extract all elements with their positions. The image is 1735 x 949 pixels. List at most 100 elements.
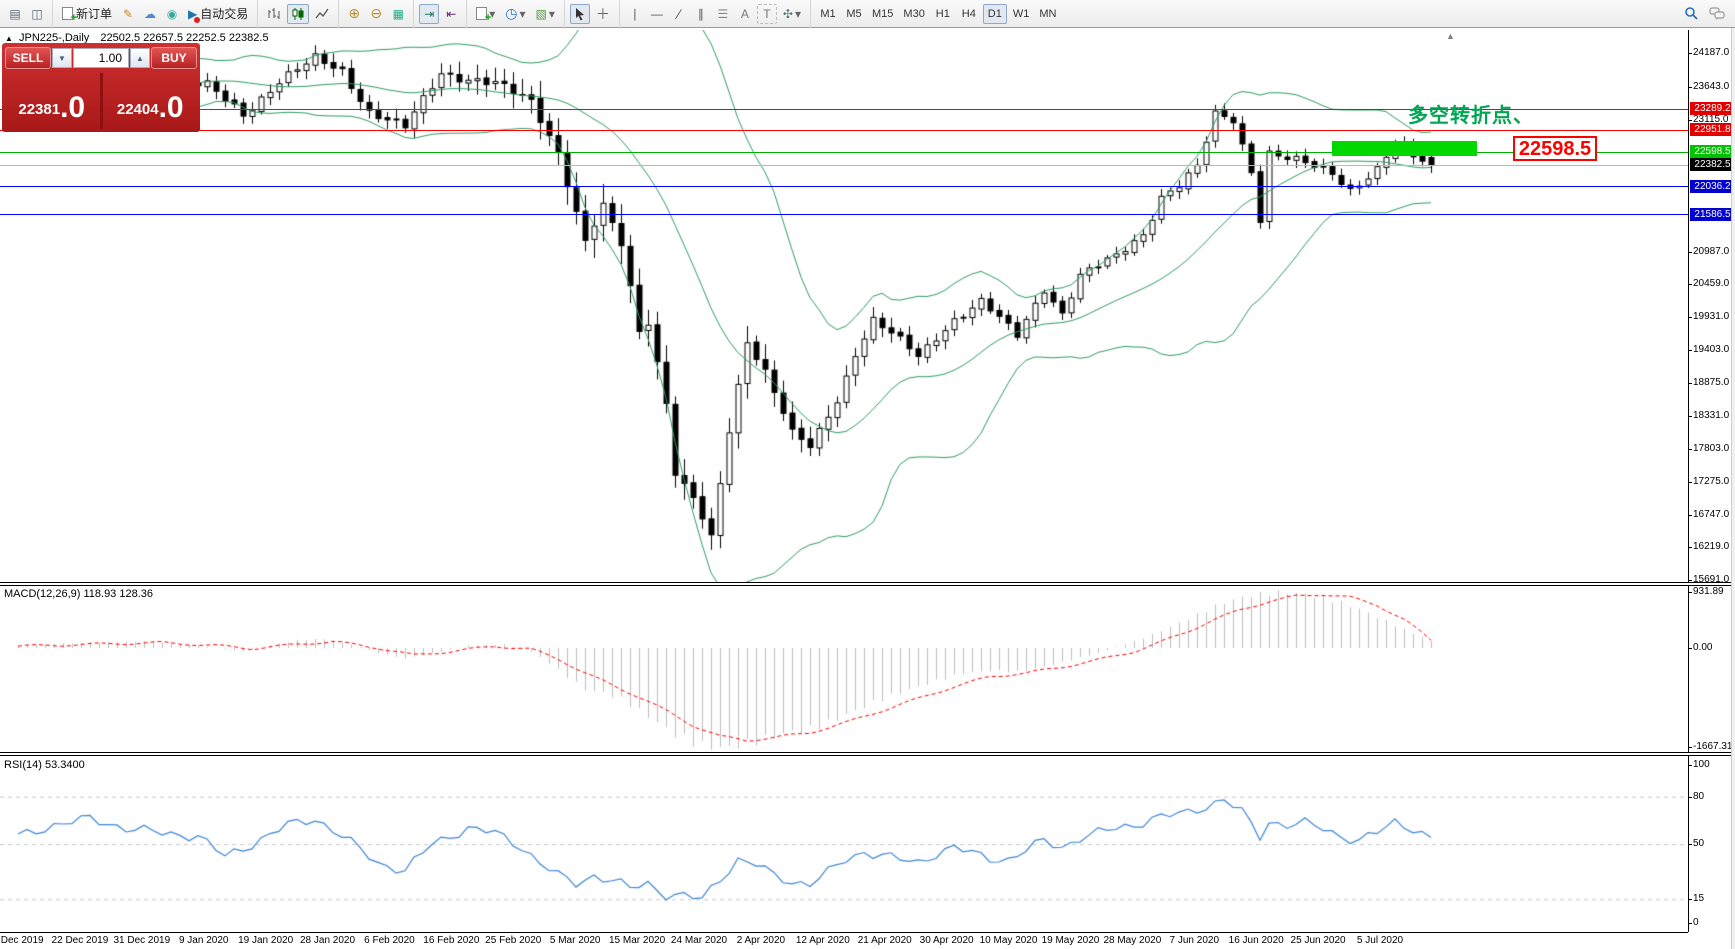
- sell-price[interactable]: 22381.0: [5, 73, 99, 129]
- buy-button[interactable]: BUY: [151, 47, 197, 69]
- price-axis-tick-label: 17803.0: [1693, 443, 1733, 454]
- rsi-axis-label: 50: [1693, 838, 1704, 849]
- auto-trading-icon: ▶: [188, 7, 197, 21]
- price-axis-tick: [1688, 547, 1692, 548]
- vertical-line-tool-icon[interactable]: ∣: [625, 4, 645, 24]
- macd-axis-label: -1667.31: [1693, 741, 1732, 752]
- date-axis-label: 16 Feb 2020: [423, 935, 479, 946]
- price-axis-tick-label: 17275.0: [1693, 476, 1733, 487]
- support-line[interactable]: [0, 214, 1688, 215]
- trendline-tool-icon[interactable]: ∕: [669, 4, 689, 24]
- date-axis-label: 15 Mar 2020: [609, 935, 665, 946]
- timeframe-button-mn[interactable]: MN: [1035, 4, 1060, 24]
- buy-price[interactable]: 22404.0: [104, 73, 198, 129]
- timeframe-button-m1[interactable]: M1: [816, 4, 840, 24]
- highlight-rectangle[interactable]: [1332, 141, 1477, 156]
- bar-chart-icon[interactable]: [263, 4, 285, 24]
- volume-increase-button[interactable]: ▲: [130, 48, 150, 68]
- timeframe-button-m30[interactable]: M30: [899, 4, 928, 24]
- timeframe-button-h4[interactable]: H4: [957, 4, 981, 24]
- candlestick-chart-icon[interactable]: [287, 4, 309, 24]
- date-axis-label: 21 Apr 2020: [858, 935, 912, 946]
- support-line-price-badge: 22036.2: [1690, 180, 1735, 193]
- rsi-indicator-canvas[interactable]: [0, 757, 1688, 932]
- main-macd-splitter[interactable]: [0, 582, 1735, 586]
- chart-shift-icon[interactable]: ⇤: [441, 4, 461, 24]
- macd-label: MACD(12,26,9) 118.93 128.36: [4, 588, 153, 600]
- chart-styler-icon[interactable]: ✎: [118, 4, 138, 24]
- timeframe-button-m15[interactable]: M15: [868, 4, 897, 24]
- indicators-button[interactable]: +▾: [472, 4, 499, 24]
- price-axis-tick: [1688, 515, 1692, 516]
- templates-button[interactable]: ▧▾: [532, 4, 559, 24]
- rsi-axis-tick: [1688, 899, 1692, 900]
- zoom-in-icon[interactable]: ⊕: [344, 4, 364, 24]
- main-toolbar: ▤ ◫ + 新订单 ✎ ☁ ◉ ▶ 自动交易: [0, 0, 1735, 28]
- cursor-tool-icon[interactable]: [570, 4, 590, 24]
- date-axis-label: 9 Jan 2020: [179, 935, 229, 946]
- resistance-line[interactable]: [0, 130, 1688, 131]
- community-icon[interactable]: ☁: [140, 4, 160, 24]
- timeframe-button-h1[interactable]: H1: [931, 4, 955, 24]
- auto-scroll-icon[interactable]: ⇥: [419, 4, 439, 24]
- bid-line[interactable]: [0, 165, 1688, 166]
- periods-button[interactable]: ◷▾: [501, 4, 529, 24]
- price-callout-box[interactable]: 22598.5: [1513, 136, 1597, 161]
- horizontal-line-tool-icon[interactable]: —: [647, 4, 667, 24]
- chat-icon[interactable]: [1705, 4, 1730, 24]
- price-axis-tick-label: 16219.0: [1693, 541, 1733, 552]
- fibonacci-tool-icon[interactable]: ☰: [713, 4, 733, 24]
- support-line[interactable]: [0, 186, 1688, 187]
- header-marker-icon: ▲: [5, 34, 13, 43]
- new-order-button[interactable]: + 新订单: [58, 4, 116, 24]
- rsi-axis-tick: [1688, 797, 1692, 798]
- crosshair-tool-icon[interactable]: ＋: [592, 4, 614, 24]
- date-axis-label: 31 Dec 2019: [113, 935, 170, 946]
- macd-axis-tick: [1688, 648, 1692, 649]
- sell-button[interactable]: SELL: [5, 47, 51, 69]
- rsi-axis-tick: [1688, 923, 1692, 924]
- date-axis-label: 30 Apr 2020: [920, 935, 974, 946]
- price-axis-tick-label: 20987.0: [1693, 246, 1733, 257]
- timeframe-button-m5[interactable]: M5: [842, 4, 866, 24]
- price-axis-tick-label: 24187.0: [1693, 47, 1733, 58]
- chart-window: ▲ JPN225-,Daily 22502.5 22657.5 22252.5 …: [0, 28, 1735, 949]
- signals-icon[interactable]: ◉: [162, 4, 182, 24]
- price-axis-tick-label: 16747.0: [1693, 509, 1733, 520]
- volume-input[interactable]: 1.00: [73, 48, 129, 68]
- window-edge-strip: [1731, 28, 1735, 949]
- text-tool-icon[interactable]: A: [735, 4, 755, 24]
- rsi-axis-tick: [1688, 844, 1692, 845]
- timeframe-button-d1[interactable]: D1: [983, 4, 1007, 24]
- price-axis-tick: [1688, 120, 1692, 121]
- macd-axis-label: 0.00: [1693, 642, 1712, 653]
- macd-rsi-splitter[interactable]: [0, 752, 1735, 756]
- support-line-price-badge: 21586.5: [1690, 208, 1735, 221]
- new-chart-icon[interactable]: ▤: [5, 4, 25, 24]
- pivot-line-price-badge: 22598.5: [1690, 145, 1735, 158]
- volume-decrease-button[interactable]: ▼: [52, 48, 72, 68]
- periods-clock-icon: ◷: [505, 5, 517, 22]
- macd-indicator-canvas[interactable]: [0, 586, 1688, 753]
- line-chart-icon[interactable]: [311, 4, 333, 24]
- profiles-icon[interactable]: ◫: [27, 4, 47, 24]
- auto-trading-button[interactable]: ▶ 自动交易: [184, 4, 252, 24]
- arrows-tool-button[interactable]: ✣▾: [779, 4, 805, 24]
- date-axis-label: 6 Feb 2020: [364, 935, 415, 946]
- rsi-label: RSI(14) 53.3400: [4, 759, 85, 771]
- timeframe-button-w1[interactable]: W1: [1009, 4, 1034, 24]
- tile-windows-icon[interactable]: ▦: [388, 4, 408, 24]
- zoom-out-icon[interactable]: ⊖: [366, 4, 386, 24]
- search-icon[interactable]: [1680, 4, 1703, 24]
- equidistant-channel-tool-icon[interactable]: ∥: [691, 4, 711, 24]
- resistance-line-price-badge: 22951.8: [1690, 123, 1735, 136]
- date-axis-label: 25 Jun 2020: [1291, 935, 1346, 946]
- price-axis-tick: [1688, 482, 1692, 483]
- price-axis-tick: [1688, 317, 1692, 318]
- turning-point-annotation[interactable]: 多空转折点、: [1408, 99, 1534, 128]
- price-axis-tick-label: 23643.0: [1693, 81, 1733, 92]
- date-axis-label: 19 Jan 2020: [238, 935, 293, 946]
- scroll-caret-icon[interactable]: ▲: [1446, 31, 1455, 41]
- text-label-tool-icon[interactable]: T: [757, 4, 777, 24]
- date-axis-label: 7 Jun 2020: [1170, 935, 1220, 946]
